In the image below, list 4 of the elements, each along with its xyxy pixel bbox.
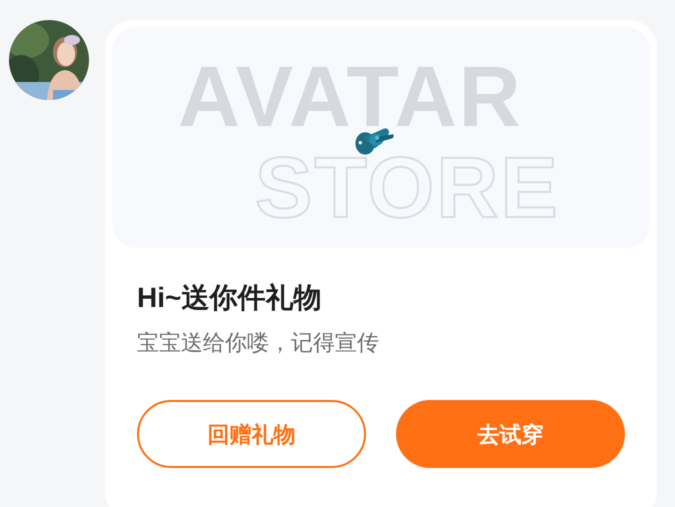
return-gift-button[interactable]: 回赠礼物	[137, 400, 366, 468]
card-title: Hi~送你件礼物	[137, 281, 322, 315]
try-on-button[interactable]: 去试穿	[396, 400, 625, 468]
card-subtitle: 宝宝送给你喽，记得宣传	[137, 329, 380, 357]
